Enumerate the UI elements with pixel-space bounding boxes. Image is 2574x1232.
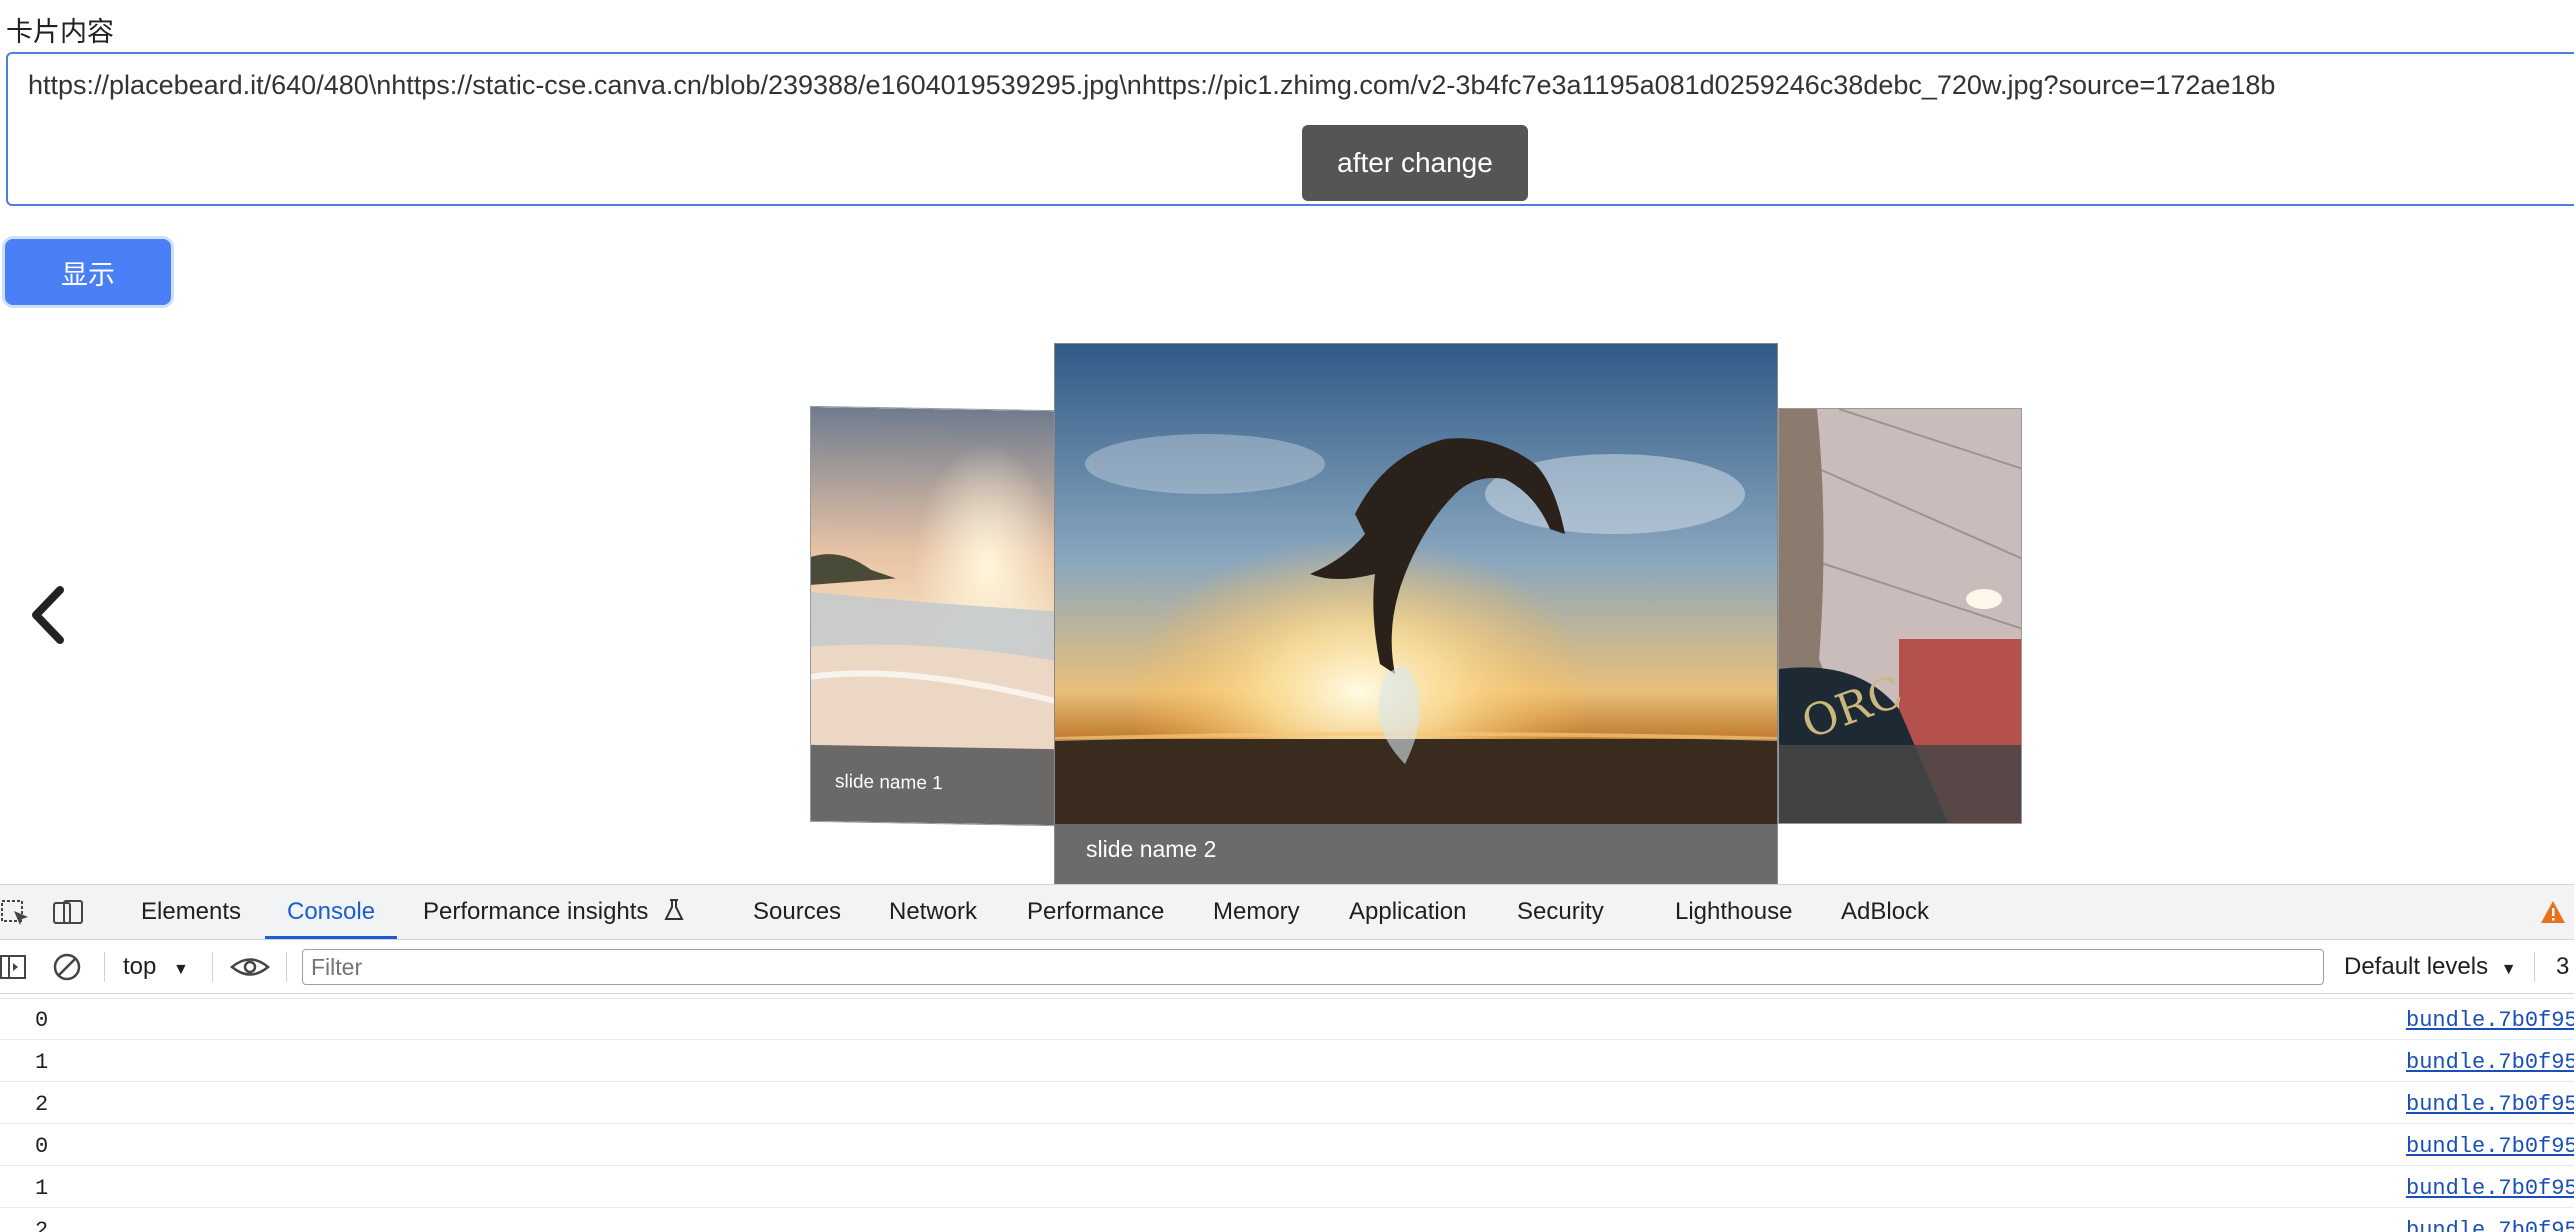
source-link[interactable]: bundle.7b0f95 (2406, 1134, 2574, 1159)
tab-memory[interactable]: Memory (1213, 885, 1300, 939)
source-link[interactable]: bundle.7b0f95 (2406, 1008, 2574, 1033)
console-row: 2 bundle.7b0f95 (0, 1208, 2574, 1232)
slide-caption: slide name 2 (1055, 824, 1777, 884)
tab-application[interactable]: Application (1349, 885, 1466, 939)
carousel-slide-1[interactable]: slide name 1 (810, 405, 1055, 827)
log-levels-label: Default levels (2344, 953, 2489, 980)
source-link[interactable]: bundle.7b0f95 (2406, 1050, 2574, 1075)
device-toolbar-icon[interactable] (52, 897, 84, 927)
tab-network[interactable]: Network (889, 885, 977, 939)
tab-performance-insights[interactable]: Performance insights (423, 885, 685, 939)
context-selector[interactable]: top ▼ (123, 940, 189, 994)
slide-caption (1779, 745, 2021, 823)
tab-sources[interactable]: Sources (753, 885, 841, 939)
console-row: 1 bundle.7b0f95 (0, 1040, 2574, 1082)
carousel-slide-2[interactable]: slide name 2 (1054, 343, 1778, 885)
tab-adblock[interactable]: AdBlock (1841, 885, 1929, 939)
context-label: top (123, 953, 157, 980)
issues-count[interactable]: 3 (2556, 940, 2569, 994)
source-link[interactable]: bundle.7b0f95 (2406, 1092, 2574, 1117)
card-content-label: 卡片内容 (6, 17, 114, 47)
console-value: 2 (35, 1092, 49, 1117)
source-link[interactable]: bundle.7b0f95 (2406, 1176, 2574, 1201)
log-levels-dropdown[interactable]: Default levels ▼ (2344, 940, 2517, 994)
toast-message: after change (1302, 125, 1528, 201)
chevron-left-icon[interactable] (24, 580, 74, 650)
flask-icon (664, 899, 684, 920)
tab-security[interactable]: Security (1517, 885, 1604, 939)
console-value: 0 (35, 1134, 49, 1159)
console-log: 0 bundle.7b0f95 1 bundle.7b0f95 2 bundle… (0, 994, 2574, 1232)
eye-icon[interactable] (230, 954, 270, 980)
console-value: 2 (35, 1218, 49, 1232)
console-row: 0 bundle.7b0f95 (0, 1124, 2574, 1166)
tab-performance-insights-label: Performance insights (423, 898, 649, 925)
console-value: 0 (35, 1008, 49, 1033)
tab-performance[interactable]: Performance (1027, 885, 1164, 939)
warning-icon[interactable] (2540, 899, 2566, 925)
sidebar-toggle-icon[interactable] (0, 954, 28, 980)
inspect-element-icon[interactable] (0, 897, 32, 927)
console-value: 1 (35, 1050, 49, 1075)
console-row: 1 bundle.7b0f95 (0, 1166, 2574, 1208)
console-value: 1 (35, 1176, 49, 1201)
clear-console-icon[interactable] (52, 952, 82, 982)
carousel-slide-3[interactable]: ORC (1778, 408, 2022, 824)
dropdown-arrow-icon: ▼ (2500, 961, 2517, 978)
console-toolbar: top ▼ Default levels ▼ 3 (0, 940, 2574, 994)
devtools-tab-bar: Elements Console Performance insights So… (0, 884, 2574, 940)
slide-caption: slide name 1 (811, 744, 1054, 826)
devtools-panel: Elements Console Performance insights So… (0, 884, 2574, 1232)
console-filter-input[interactable] (302, 949, 2324, 985)
source-link[interactable]: bundle.7b0f95 (2406, 1218, 2574, 1232)
tab-elements[interactable]: Elements (141, 885, 241, 939)
show-button[interactable]: 显示 (5, 239, 171, 305)
card-content-textarea[interactable]: https://placebeard.it/640/480\nhttps://s… (6, 52, 2574, 206)
dropdown-arrow-icon: ▼ (173, 961, 189, 978)
dolphin-sunset-image (1055, 344, 1777, 826)
console-row: 0 bundle.7b0f95 (0, 998, 2574, 1040)
tab-lighthouse[interactable]: Lighthouse (1675, 885, 1792, 939)
tab-console[interactable]: Console (264, 885, 398, 939)
console-row: 2 bundle.7b0f95 (0, 1082, 2574, 1124)
